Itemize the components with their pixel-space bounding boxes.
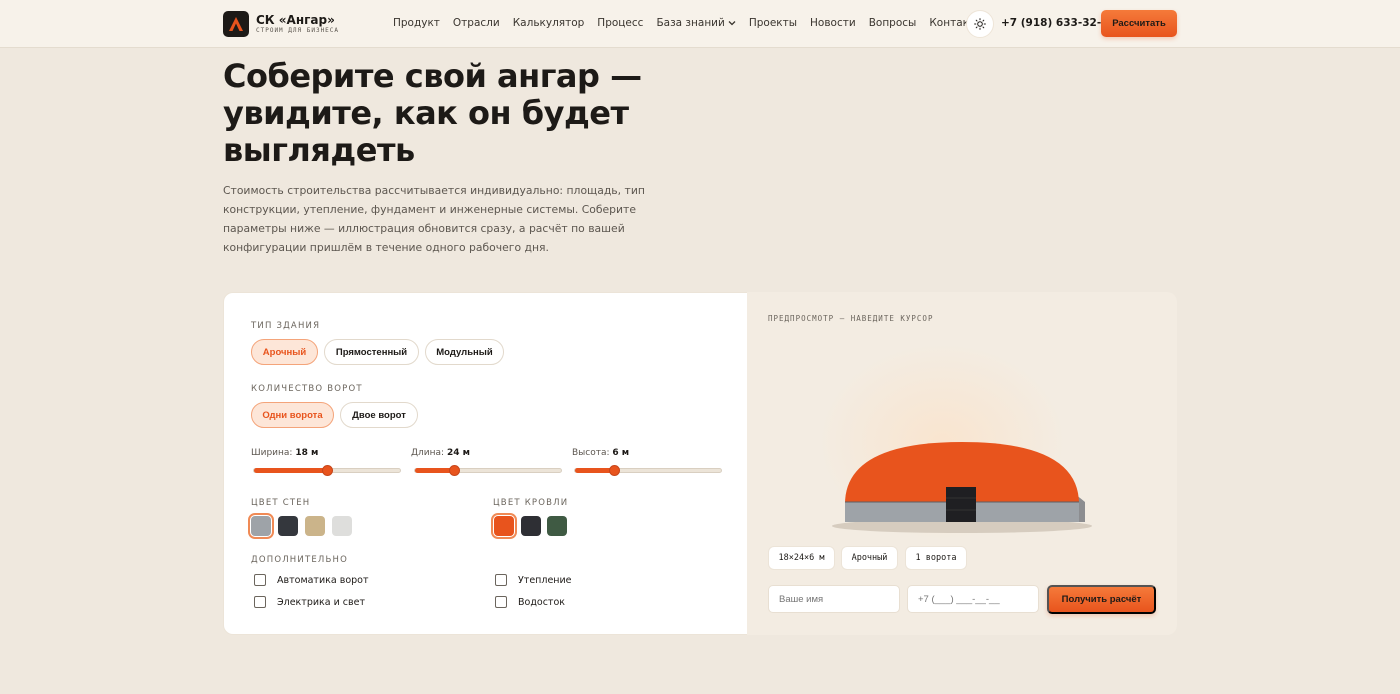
extra-label: Автоматика ворот xyxy=(277,574,369,586)
width-slider-thumb[interactable] xyxy=(322,465,333,476)
length-slider[interactable] xyxy=(414,465,562,476)
building-type-modular[interactable]: Модульный xyxy=(425,339,504,365)
building-type-label: Тип здания xyxy=(251,321,321,331)
extra-label: Электрика и свет xyxy=(277,596,366,608)
building-type-arched[interactable]: Арочный xyxy=(251,339,318,365)
nav-item-process[interactable]: Процесс xyxy=(597,17,643,29)
extra-drainage[interactable]: Водосток xyxy=(495,596,565,608)
preview-panel: ПРЕДПРОСМОТР — НАВЕДИТЕ КУРСОР 18×24×6 м… xyxy=(747,292,1177,635)
logo-subtitle: СТРОИМ ДЛЯ БИЗНЕСА xyxy=(256,27,340,34)
wall-color-swatch[interactable] xyxy=(305,516,325,536)
phone-input[interactable] xyxy=(907,585,1039,613)
wall-color-swatch[interactable] xyxy=(248,513,274,539)
sun-icon xyxy=(974,18,986,30)
roof-color-swatch[interactable] xyxy=(491,513,517,539)
roof-color-swatch[interactable] xyxy=(547,516,567,536)
length-slider-thumb[interactable] xyxy=(448,465,460,476)
hangar-illustration[interactable] xyxy=(827,432,1097,537)
width-value: 18 м xyxy=(295,448,319,458)
extra-gate-automation[interactable]: Автоматика ворот xyxy=(254,574,369,586)
checkbox[interactable] xyxy=(254,574,266,586)
width-label: Ширина: xyxy=(251,448,293,458)
configurator-panel: Тип здания Арочный Прямостенный Модульны… xyxy=(223,292,748,635)
logo-title[interactable]: СК «Ангар» xyxy=(256,13,335,27)
width-slider[interactable] xyxy=(253,465,401,476)
type-tag: Арочный xyxy=(841,546,898,570)
width-slider-fill xyxy=(254,468,328,473)
checkbox[interactable] xyxy=(495,596,507,608)
nav-item-industries[interactable]: Отрасли xyxy=(453,17,500,29)
checkbox[interactable] xyxy=(254,596,266,608)
logo-triangle-icon xyxy=(229,17,243,31)
roof-color-swatch[interactable] xyxy=(521,516,541,536)
gates-two[interactable]: Двое ворот xyxy=(340,402,418,428)
roof-color-label: Цвет кровли xyxy=(493,498,569,508)
site-header: СК «Ангар» СТРОИМ ДЛЯ БИЗНЕСА Продукт От… xyxy=(0,0,1400,48)
name-input[interactable] xyxy=(768,585,900,613)
length-value: 24 м xyxy=(446,448,470,458)
calculate-button[interactable]: Рассчитать xyxy=(1101,10,1177,37)
nav-item-product[interactable]: Продукт xyxy=(393,17,440,29)
gates-label: Количество ворот xyxy=(251,384,363,394)
extra-label: Утепление xyxy=(518,574,572,586)
height-slider[interactable] xyxy=(574,465,722,476)
height-value: 6 м xyxy=(612,448,630,458)
nav-item-faq[interactable]: Вопросы xyxy=(869,17,917,29)
dimensions-tag: 18×24×6 м xyxy=(768,546,835,570)
extra-label: Водосток xyxy=(518,596,566,608)
gates-tag: 1 ворота xyxy=(905,546,967,570)
height-label: Высота: xyxy=(572,448,610,458)
wall-color-swatch[interactable] xyxy=(332,516,352,536)
page-title: Соберите свой ангар — увидите, как он бу… xyxy=(223,57,642,169)
theme-toggle-button[interactable] xyxy=(966,10,994,38)
extra-insulation[interactable]: Утепление xyxy=(495,574,572,586)
building-type-straight[interactable]: Прямостенный xyxy=(324,339,419,365)
extras-label: Дополнительно xyxy=(251,555,349,565)
main-nav: Продукт Отрасли Калькулятор Процесс База… xyxy=(393,17,996,29)
nav-item-knowledge-base-label: База знаний xyxy=(656,17,725,29)
get-quote-button[interactable]: Получить расчёт xyxy=(1047,585,1156,614)
nav-item-knowledge-base[interactable]: База знаний xyxy=(656,17,736,29)
nav-item-projects[interactable]: Проекты xyxy=(749,17,797,29)
extra-electrical[interactable]: Электрика и свет xyxy=(254,596,365,608)
width-slider-label: Ширина: 18 м xyxy=(251,448,318,458)
nav-item-news[interactable]: Новости xyxy=(810,17,856,29)
wall-color-label: Цвет стен xyxy=(251,498,311,508)
height-slider-thumb[interactable] xyxy=(608,465,620,476)
length-slider-label: Длина: 24 м xyxy=(411,448,470,458)
wall-color-swatch[interactable] xyxy=(278,516,298,536)
chevron-down-icon xyxy=(728,21,736,26)
preview-label: ПРЕДПРОСМОТР — НАВЕДИТЕ КУРСОР xyxy=(768,314,934,323)
page-description: Стоимость строительства рассчитывается и… xyxy=(223,184,645,254)
hangar-gate xyxy=(946,487,976,522)
logo-icon[interactable] xyxy=(223,11,249,37)
phone-link[interactable]: +7 (918) 633-32-21 xyxy=(1001,17,1116,29)
height-slider-label: Высота: 6 м xyxy=(572,448,629,458)
gates-one[interactable]: Одни ворота xyxy=(251,402,334,428)
length-label: Длина: xyxy=(411,448,445,458)
nav-item-calculator[interactable]: Калькулятор xyxy=(513,17,585,29)
checkbox[interactable] xyxy=(495,574,507,586)
